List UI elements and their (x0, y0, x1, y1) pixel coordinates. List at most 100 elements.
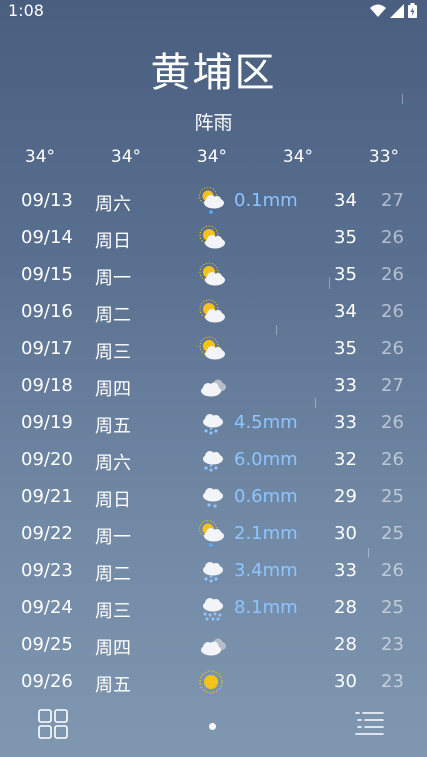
city-name: 黄埔区 (150, 50, 277, 96)
forecast-row: 09/26 周五 30 23 (0, 664, 427, 701)
forecast-date: 09/21 (21, 486, 73, 507)
forecast-weekday: 周五 (95, 416, 131, 437)
hourly-temp: 34° (24, 147, 56, 167)
hourly-temp: 34° (196, 147, 228, 167)
forecast-row: 09/13 周六 0.1mm 34 27 (0, 183, 427, 220)
rain-icon (203, 451, 223, 472)
rain-icon (203, 414, 223, 435)
forecast-weekday: 周五 (95, 675, 131, 696)
hourly-temp: 34° (282, 147, 314, 167)
forecast-precipitation: 0.1mm (234, 190, 298, 211)
forecast-low: 26 (381, 449, 404, 470)
heavy-rain-icon (203, 598, 223, 621)
sunny-icon (199, 670, 223, 694)
status-time: 1:08 (8, 1, 44, 20)
forecast-high: 35 (334, 338, 357, 359)
forecast-row: 09/16 周二 34 26 (0, 294, 427, 331)
status-bar: 1:08 (0, 0, 427, 22)
rain-icon (203, 562, 223, 583)
partly-cloudy-icon (199, 299, 225, 323)
forecast-row: 09/15 周一 35 26 (0, 257, 427, 294)
cloudy-icon (201, 638, 226, 656)
forecast-date: 09/17 (21, 338, 73, 359)
forecast-date: 09/13 (21, 190, 73, 211)
forecast-date: 09/23 (21, 560, 73, 581)
forecast-date: 09/25 (21, 634, 73, 655)
forecast-row: 09/24 周三 8.1mm 28 25 (0, 590, 427, 627)
forecast-high: 30 (334, 523, 357, 544)
partly-cloudy-icon (199, 225, 225, 249)
forecast-high: 33 (334, 375, 357, 396)
forecast-weekday: 周日 (95, 490, 131, 511)
forecast-low: 26 (381, 227, 404, 248)
forecast-low: 25 (381, 486, 404, 507)
forecast-low: 25 (381, 597, 404, 618)
forecast-precipitation: 4.5mm (234, 412, 298, 433)
forecast-low: 26 (381, 560, 404, 581)
forecast-row: 09/14 周日 35 26 (0, 220, 427, 257)
forecast-row: 09/25 周四 28 23 (0, 627, 427, 664)
forecast-low: 27 (381, 190, 404, 211)
signal-icon (390, 3, 404, 18)
forecast-date: 09/20 (21, 449, 73, 470)
forecast-precipitation: 6.0mm (234, 449, 298, 470)
forecast-weekday: 周四 (95, 379, 131, 400)
grid-icon[interactable] (36, 707, 70, 741)
light-rain-sun-icon (199, 520, 224, 547)
forecast-high: 33 (334, 560, 357, 581)
forecast-high: 28 (334, 634, 357, 655)
forecast-row: 09/23 周二 3.4mm 33 26 (0, 553, 427, 590)
forecast-low: 23 (381, 634, 404, 655)
forecast-date: 09/24 (21, 597, 73, 618)
partly-cloudy-icon (199, 262, 225, 286)
forecast-low: 26 (381, 412, 404, 433)
daily-forecast-list: 09/13 周六 0.1mm 34 27 09/14 周日 35 26 09/15 周一 35 26 09… (0, 183, 427, 701)
battery-icon (408, 3, 417, 18)
forecast-high: 28 (334, 597, 357, 618)
forecast-low: 26 (381, 301, 404, 322)
partly-cloudy-icon (199, 336, 225, 360)
forecast-high: 29 (334, 486, 357, 507)
forecast-weekday: 周二 (95, 305, 131, 326)
forecast-weekday: 周二 (95, 564, 131, 585)
forecast-low: 27 (381, 375, 404, 396)
forecast-high: 32 (334, 449, 357, 470)
forecast-date: 09/16 (21, 301, 73, 322)
light-rain-icon (203, 488, 223, 508)
forecast-row: 09/17 周三 35 26 (0, 331, 427, 368)
forecast-row: 09/20 周六 6.0mm 32 26 (0, 442, 427, 479)
forecast-date: 09/19 (21, 412, 73, 433)
forecast-row: 09/19 周五 4.5mm 33 26 (0, 405, 427, 442)
system-icons (370, 3, 417, 18)
forecast-date: 09/15 (21, 264, 73, 285)
forecast-weekday: 周三 (95, 342, 131, 363)
forecast-date: 09/14 (21, 227, 73, 248)
forecast-row: 09/21 周日 0.6mm 29 25 (0, 479, 427, 516)
wifi-icon (370, 4, 386, 17)
list-menu-icon[interactable] (352, 707, 386, 741)
forecast-low: 25 (381, 523, 404, 544)
forecast-low: 26 (381, 264, 404, 285)
forecast-weekday: 周六 (95, 453, 131, 474)
forecast-high: 35 (334, 227, 357, 248)
forecast-date: 09/18 (21, 375, 73, 396)
forecast-row: 09/18 周四 33 27 (0, 368, 427, 405)
forecast-high: 33 (334, 412, 357, 433)
forecast-date: 09/22 (21, 523, 73, 544)
forecast-weekday: 周三 (95, 601, 131, 622)
hourly-temp: 33° (368, 147, 400, 167)
forecast-low: 26 (381, 338, 404, 359)
forecast-weekday: 周一 (95, 527, 131, 548)
forecast-weekday: 周六 (95, 194, 131, 215)
current-condition: 阵雨 (194, 112, 233, 134)
page-indicator-dot (209, 723, 216, 730)
forecast-precipitation: 8.1mm (234, 597, 298, 618)
forecast-weekday: 周一 (95, 268, 131, 289)
forecast-row: 09/22 周一 2.1mm 30 25 (0, 516, 427, 553)
light-rain-sun-icon (199, 187, 224, 214)
forecast-high: 34 (334, 190, 357, 211)
hourly-temp: 34° (110, 147, 142, 167)
forecast-high: 30 (334, 671, 357, 692)
forecast-precipitation: 2.1mm (234, 523, 298, 544)
cloudy-icon (201, 379, 226, 397)
